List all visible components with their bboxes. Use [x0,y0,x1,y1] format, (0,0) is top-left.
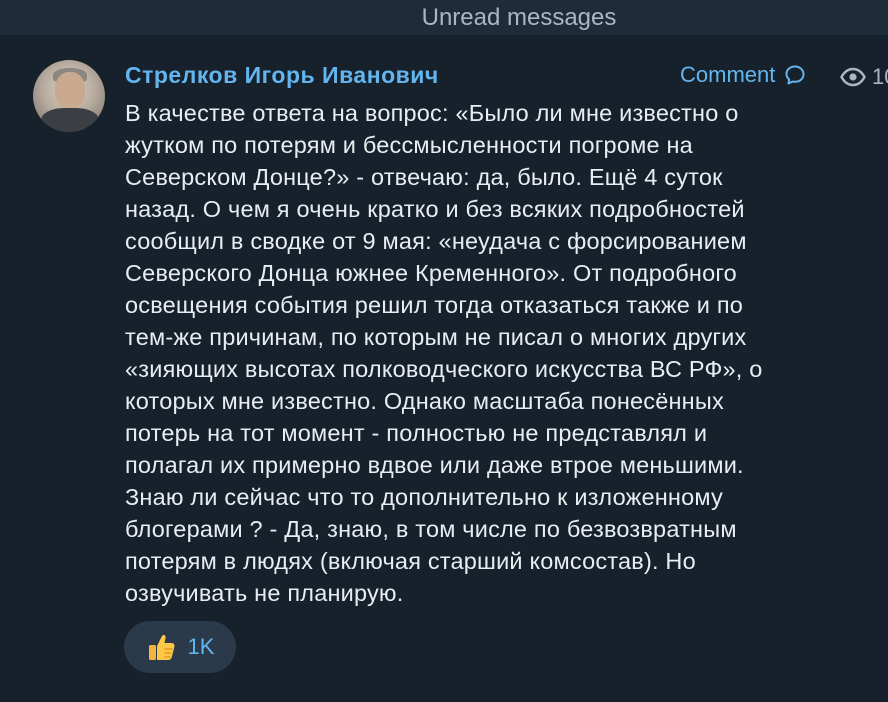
views-count: 10 [872,64,888,89]
avatar-shoulders [41,108,99,132]
author-name[interactable]: Стрелков Игорь Иванович [125,62,439,89]
reaction-button[interactable]: 1K [124,621,236,673]
thumbs-up-icon [148,635,175,660]
eye-icon [840,67,866,87]
chat-window: Unread messages Стрелков Игорь Иванович … [0,0,888,702]
avatar-face [55,72,85,108]
comment-label: Comment [680,62,776,87]
reaction-count: 1K [187,634,215,659]
avatar[interactable] [33,60,105,132]
unread-messages-label: Unread messages [421,4,617,31]
comment-button[interactable]: Comment [680,62,807,88]
views-counter: 10 [840,64,888,90]
unread-messages-banner: Unread messages [0,0,888,35]
message-text: В качестве ответа на вопрос: «Было ли мн… [125,100,763,606]
comment-bubble-icon [785,65,805,85]
